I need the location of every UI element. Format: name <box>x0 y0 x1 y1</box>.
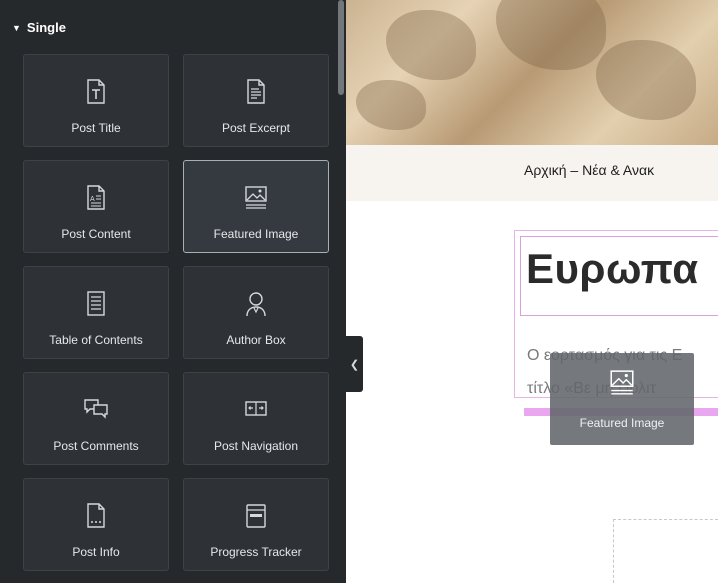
widget-post-excerpt[interactable]: Post Excerpt <box>183 54 329 147</box>
featured-image-icon <box>550 369 694 397</box>
section-header-single[interactable]: ▼ Single <box>12 20 66 35</box>
widget-label: Post Navigation <box>213 439 299 453</box>
section-title: Single <box>26 20 66 35</box>
post-content-icon: A <box>24 185 168 211</box>
widget-label: Post Excerpt <box>221 121 291 135</box>
post-navigation-icon <box>184 397 328 423</box>
widget-post-comments[interactable]: Post Comments <box>23 372 169 465</box>
post-title-icon <box>24 79 168 105</box>
page-title: Ευρωπα <box>526 245 699 292</box>
progress-tracker-icon <box>184 503 328 529</box>
post-info-icon <box>24 503 168 529</box>
widget-panel: ▼ Single Post Title Post Excerpt A Post … <box>0 0 346 583</box>
post-excerpt-icon <box>184 79 328 105</box>
drag-preview: Featured Image <box>550 353 694 445</box>
widget-label: Post Info <box>72 545 120 559</box>
featured-image-icon <box>184 185 328 211</box>
widget-label: Author Box <box>226 333 286 347</box>
widget-label: Post Content <box>61 227 131 241</box>
widget-featured-image[interactable]: Featured Image <box>183 160 329 253</box>
widget-post-navigation[interactable]: Post Navigation <box>183 372 329 465</box>
widget-table-of-contents[interactable]: Table of Contents <box>23 266 169 359</box>
chevron-left-icon: ❮ <box>349 358 360 371</box>
widget-label: Table of Contents <box>49 333 143 347</box>
author-box-icon <box>184 291 328 317</box>
post-comments-icon <box>24 397 168 423</box>
widget-author-box[interactable]: Author Box <box>183 266 329 359</box>
widget-label: Progress Tracker <box>210 545 302 559</box>
empty-section-placeholder[interactable] <box>613 519 718 583</box>
widget-progress-tracker[interactable]: Progress Tracker <box>183 478 329 571</box>
hero-image <box>346 0 718 145</box>
widget-post-content[interactable]: A Post Content <box>23 160 169 253</box>
widget-label: Featured Image <box>213 227 299 241</box>
collapse-panel-button[interactable]: ❮ <box>346 336 363 392</box>
widget-label: Post Comments <box>53 439 139 453</box>
widget-label: Post Title <box>71 121 121 135</box>
table-of-contents-icon <box>24 291 168 317</box>
svg-text:A: A <box>90 196 95 203</box>
widget-post-info[interactable]: Post Info <box>23 478 169 571</box>
breadcrumb[interactable]: Αρχική – Νέα & Ανακ <box>524 162 654 178</box>
panel-scrollbar[interactable] <box>338 0 344 95</box>
widget-post-title[interactable]: Post Title <box>23 54 169 147</box>
drag-preview-label: Featured Image <box>579 416 665 430</box>
caret-down-icon: ▼ <box>12 22 21 33</box>
